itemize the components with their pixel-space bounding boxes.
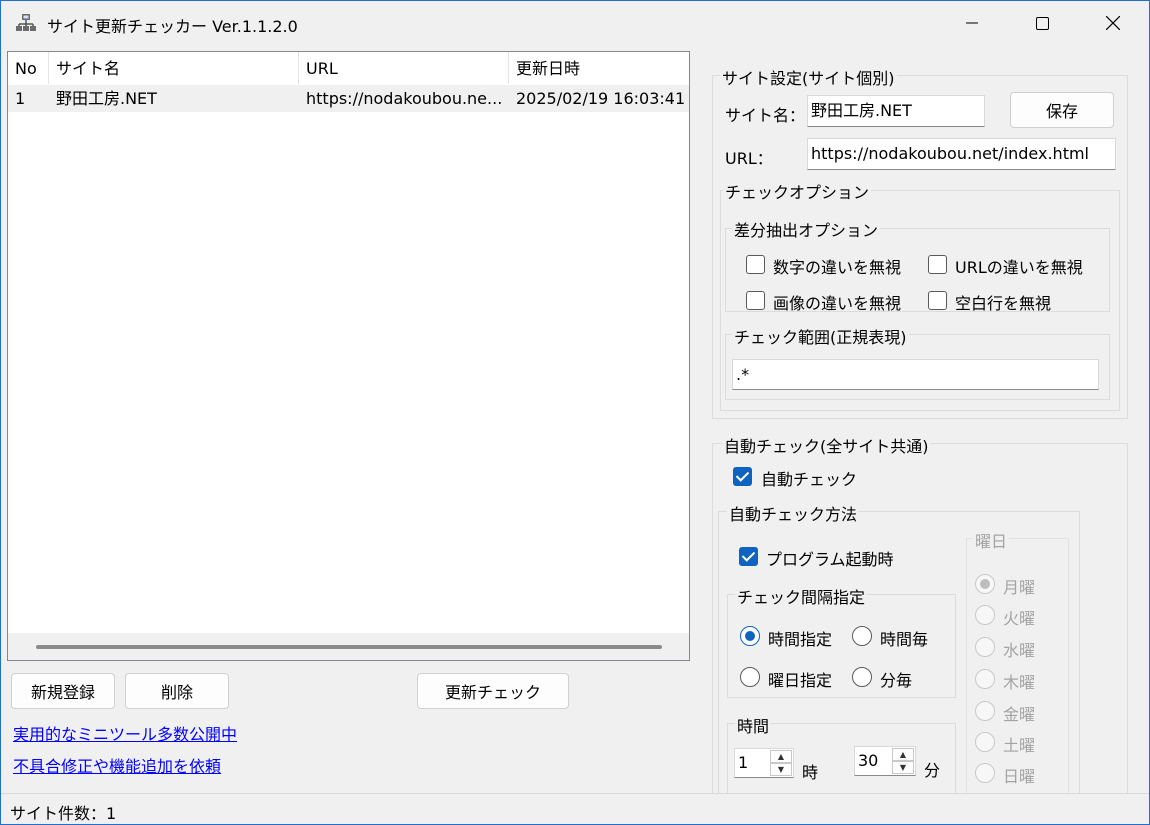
hour-spinner-buttons: ▲ ▼ <box>770 750 792 776</box>
weekday-sunday-radio[interactable] <box>975 763 995 783</box>
ignore-url-checkbox[interactable] <box>928 255 947 274</box>
url-label: URL： <box>725 149 773 168</box>
minimize-button[interactable] <box>937 1 1007 45</box>
weekday-wednesday-radio[interactable] <box>975 637 995 657</box>
minute-unit-label: 分 <box>924 761 941 780</box>
site-list[interactable]: No サイト名 URL 更新日時 1 野田工房.NET https://noda… <box>7 51 690 661</box>
ignore-images-checkbox[interactable] <box>746 291 765 310</box>
weekday-thursday-radio[interactable] <box>975 669 995 689</box>
auto-check-method-label: 自動チェック方法 <box>727 501 860 525</box>
weekday-tuesday-label: 火曜 <box>1003 609 1036 628</box>
url-input[interactable]: https://nodakoubou.net/index.html <box>807 138 1116 170</box>
site-name-input[interactable]: 野田工房.NET <box>807 95 985 127</box>
column-header-name[interactable]: サイト名 <box>49 52 299 84</box>
tools-link[interactable]: 実用的なミニツール多数公開中 <box>13 721 237 745</box>
spin-up-icon[interactable]: ▲ <box>892 748 914 761</box>
on-program-start-checkbox[interactable] <box>739 547 758 566</box>
new-register-button[interactable]: 新規登録 <box>11 673 115 709</box>
ignore-blank-checkbox[interactable] <box>928 291 947 310</box>
time-label: 時間 <box>735 713 772 737</box>
time-specified-radio[interactable] <box>740 626 760 646</box>
request-link[interactable]: 不具合修正や機能追加を依頼 <box>13 753 221 777</box>
spin-down-icon[interactable]: ▼ <box>892 761 914 774</box>
weekday-saturday-radio[interactable] <box>975 732 995 752</box>
close-button[interactable] <box>1078 1 1148 45</box>
weekday-tuesday-radio[interactable] <box>975 605 995 625</box>
weekday-wednesday-label: 水曜 <box>1003 641 1036 660</box>
title-bar: サイト更新チェッカー Ver.1.1.2.0 <box>1 1 1149 45</box>
check-range-label: チェック範囲(正規表現) <box>732 324 909 348</box>
site-settings-label: サイト設定(サイト個別) <box>720 65 897 89</box>
list-header: No サイト名 URL 更新日時 <box>8 52 689 84</box>
horizontal-scrollbar[interactable] <box>8 633 689 660</box>
minute-spinner-buttons: ▲ ▼ <box>892 748 914 774</box>
minimize-icon <box>966 22 978 24</box>
time-specified-label: 時間指定 <box>768 630 833 649</box>
site-count-status: サイト件数：1 <box>10 804 117 823</box>
check-range-input[interactable]: .* <box>732 359 1099 390</box>
weekday-friday-label: 金曜 <box>1003 705 1036 724</box>
weekday-monday-label: 月曜 <box>1003 578 1036 597</box>
weekday-monday-radio[interactable] <box>975 574 995 594</box>
cell-url: https://nodakoubou.ne... <box>306 89 503 108</box>
maximize-icon <box>1035 16 1049 30</box>
minutely-radio[interactable] <box>852 667 872 687</box>
network-icon <box>16 14 36 31</box>
ignore-digits-label: 数字の違いを無視 <box>773 258 902 277</box>
minute-value: 30 <box>858 751 879 770</box>
minutely-label: 分毎 <box>880 671 913 690</box>
ignore-images-label: 画像の違いを無視 <box>773 294 902 313</box>
hourly-label: 時間毎 <box>880 630 929 649</box>
cell-no: 1 <box>15 89 26 108</box>
spin-up-icon[interactable]: ▲ <box>770 750 792 763</box>
cell-name: 野田工房.NET <box>56 89 157 108</box>
diff-option-label: 差分抽出オプション <box>732 217 881 241</box>
hour-value: 1 <box>738 753 749 772</box>
auto-check-checkbox[interactable] <box>733 467 752 486</box>
weekday-friday-radio[interactable] <box>975 701 995 721</box>
close-icon <box>1106 16 1120 30</box>
update-check-button[interactable]: 更新チェック <box>417 673 569 709</box>
weekday-sunday-label: 日曜 <box>1003 767 1036 786</box>
weekday-specified-radio[interactable] <box>740 667 760 687</box>
maximize-button[interactable] <box>1007 1 1077 45</box>
hourly-radio[interactable] <box>852 626 872 646</box>
weekday-saturday-label: 土曜 <box>1003 736 1036 755</box>
cell-updated: 2025/02/19 16:03:41 <box>516 89 686 108</box>
check-option-label: チェックオプション <box>723 179 872 203</box>
save-button[interactable]: 保存 <box>1010 92 1114 128</box>
window-title: サイト更新チェッカー Ver.1.1.2.0 <box>47 17 298 36</box>
scrollbar-thumb[interactable] <box>36 645 662 649</box>
ignore-blank-label: 空白行を無視 <box>955 294 1052 313</box>
ignore-digits-checkbox[interactable] <box>746 255 765 274</box>
weekday-thursday-label: 木曜 <box>1003 673 1036 692</box>
interval-label: チェック間隔指定 <box>735 584 868 608</box>
column-header-updated[interactable]: 更新日時 <box>509 52 689 84</box>
app-window: サイト更新チェッカー Ver.1.1.2.0 No サイト名 URL 更新日時 … <box>0 0 1150 825</box>
site-name-label: サイト名： <box>725 106 806 125</box>
delete-button[interactable]: 削除 <box>125 673 229 709</box>
weekday-specified-label: 曜日指定 <box>768 671 833 690</box>
auto-check-label: 自動チェック(全サイト共通) <box>722 433 931 457</box>
spin-down-icon[interactable]: ▼ <box>770 763 792 776</box>
ignore-url-label: URLの違いを無視 <box>955 258 1083 277</box>
hour-spinner[interactable]: 1 ▲ ▼ <box>734 748 794 778</box>
table-row[interactable]: 1 野田工房.NET https://nodakoubou.ne... 2025… <box>8 85 689 112</box>
on-program-start-label: プログラム起動時 <box>766 550 894 569</box>
minute-spinner[interactable]: 30 ▲ ▼ <box>854 746 916 776</box>
column-header-no[interactable]: No <box>8 52 49 84</box>
hour-unit-label: 時 <box>802 763 819 782</box>
column-header-url[interactable]: URL <box>299 52 509 84</box>
status-bar: サイト件数：1 <box>1 793 1149 824</box>
weekday-label: 曜日 <box>973 528 1010 552</box>
auto-check-enabled-label: 自動チェック <box>761 470 858 489</box>
